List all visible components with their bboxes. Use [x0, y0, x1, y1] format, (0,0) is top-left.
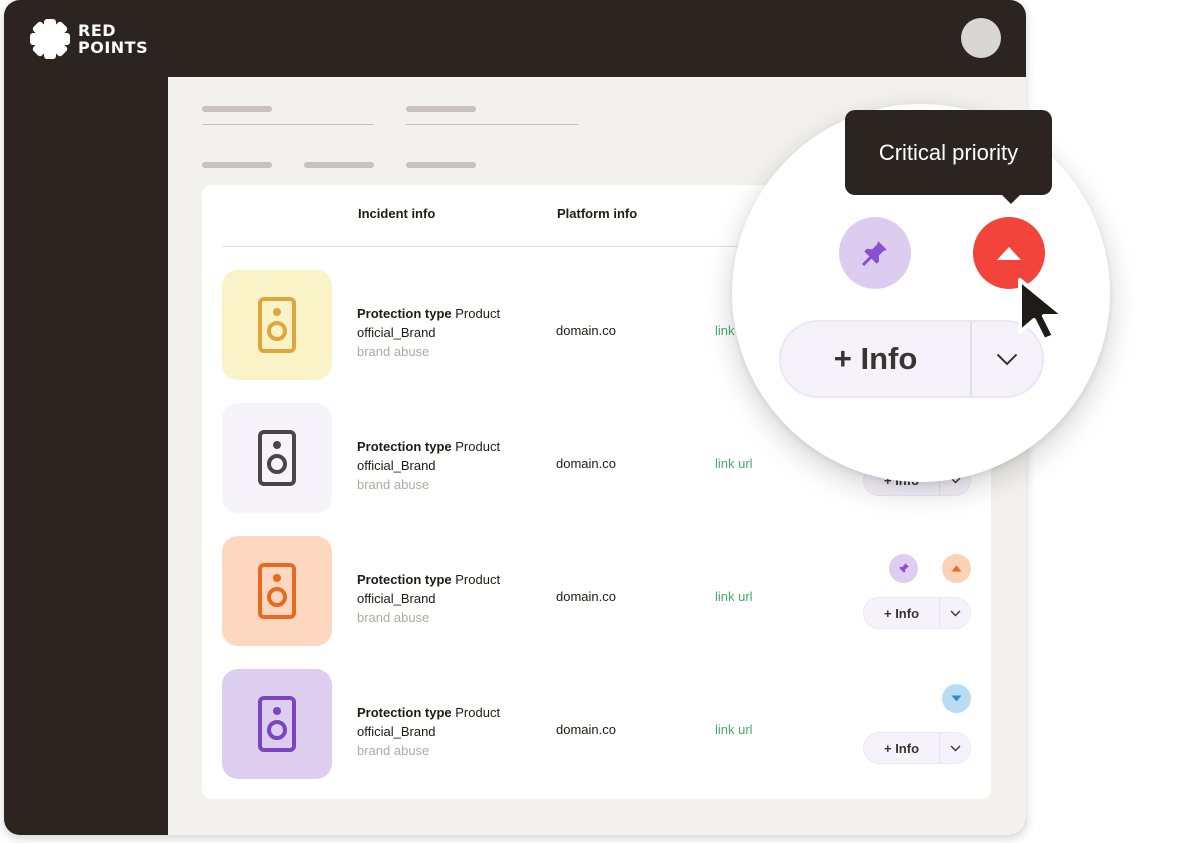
filter-placeholder — [406, 106, 476, 112]
platform-domain: domain.co — [556, 722, 616, 737]
brand-name: official_Brand — [357, 458, 436, 473]
info-split-button-zoomed[interactable]: + Info — [779, 320, 1044, 398]
protection-type-label: Protection type — [357, 705, 452, 720]
filter-underline — [406, 124, 578, 125]
product-thumbnail — [222, 536, 332, 646]
speaker-icon — [258, 696, 296, 752]
priority-high-badge[interactable] — [942, 554, 971, 583]
tab-placeholder — [406, 162, 476, 168]
incident-category: brand abuse — [357, 743, 430, 758]
chevron-down-icon — [950, 745, 960, 751]
caret-down-icon — [951, 695, 962, 702]
caret-up-icon — [997, 246, 1021, 260]
brand-name: official_Brand — [357, 724, 436, 739]
tab-placeholder — [304, 162, 374, 168]
protection-type-label: Protection type — [357, 306, 452, 321]
link-url[interactable]: link url — [715, 589, 753, 604]
incident-category: brand abuse — [357, 477, 430, 492]
tooltip-text: Critical priority — [878, 139, 1019, 165]
tab-placeholder — [202, 162, 272, 168]
filter-underline — [202, 124, 374, 125]
protection-type-value: Product — [455, 306, 501, 321]
protection-type-label: Protection type — [357, 439, 452, 454]
incident-category: brand abuse — [357, 610, 430, 625]
brand-name: official_Brand — [357, 325, 436, 340]
link-url[interactable]: link url — [715, 456, 753, 471]
brand-name-line2: POINTS — [78, 38, 149, 57]
header-incident-info: Incident info — [358, 206, 436, 221]
protection-type-value: Product — [455, 572, 501, 587]
platform-domain: domain.co — [556, 456, 616, 471]
brand-name-line1: RED — [78, 21, 117, 40]
info-button[interactable]: + Info — [864, 733, 940, 763]
filter-placeholder — [202, 106, 272, 112]
info-dropdown-toggle[interactable] — [940, 733, 970, 763]
incident-category: brand abuse — [357, 344, 430, 359]
incident-info: Protection type Product official_Brand b… — [357, 437, 500, 494]
product-thumbnail — [222, 270, 332, 380]
brand-name: RED POINTS — [78, 22, 148, 56]
protection-type-value: Product — [455, 705, 501, 720]
info-split-button[interactable]: + Info — [863, 732, 971, 764]
product-thumbnail — [222, 403, 332, 513]
priority-low-badge[interactable] — [942, 684, 971, 713]
snowflake-logo-icon — [30, 19, 70, 59]
mouse-cursor-icon — [1018, 278, 1066, 342]
incident-info: Protection type Product official_Brand b… — [357, 304, 500, 361]
caret-up-icon — [951, 565, 962, 572]
info-dropdown-toggle[interactable] — [940, 598, 970, 628]
brand-logo[interactable]: RED POINTS — [28, 17, 148, 61]
pin-icon — [898, 563, 909, 574]
info-button[interactable]: + Info — [781, 322, 972, 396]
speaker-icon — [258, 297, 296, 353]
brand-name: official_Brand — [357, 591, 436, 606]
info-split-button[interactable]: + Info — [863, 597, 971, 629]
pin-button-zoomed[interactable] — [839, 217, 911, 289]
chevron-down-icon — [950, 610, 960, 616]
product-thumbnail — [222, 669, 332, 779]
speaker-icon — [258, 430, 296, 486]
incident-info: Protection type Product official_Brand b… — [357, 703, 500, 760]
priority-tooltip: Critical priority — [845, 110, 1052, 195]
pin-icon — [862, 241, 887, 266]
protection-type-value: Product — [455, 439, 501, 454]
platform-domain: domain.co — [556, 323, 616, 338]
platform-domain: domain.co — [556, 589, 616, 604]
chevron-down-icon — [996, 353, 1018, 365]
tooltip-tail — [1001, 194, 1021, 204]
protection-type-label: Protection type — [357, 572, 452, 587]
table-row[interactable]: Protection type Product official_Brand b… — [202, 669, 991, 779]
incident-info: Protection type Product official_Brand b… — [357, 570, 500, 627]
table-row[interactable]: Protection type Product official_Brand b… — [202, 536, 991, 646]
pin-button[interactable] — [889, 554, 918, 583]
speaker-icon — [258, 563, 296, 619]
header-platform-info: Platform info — [557, 206, 638, 221]
avatar[interactable] — [961, 18, 1001, 58]
link-url[interactable]: link url — [715, 722, 753, 737]
info-button[interactable]: + Info — [864, 598, 940, 628]
